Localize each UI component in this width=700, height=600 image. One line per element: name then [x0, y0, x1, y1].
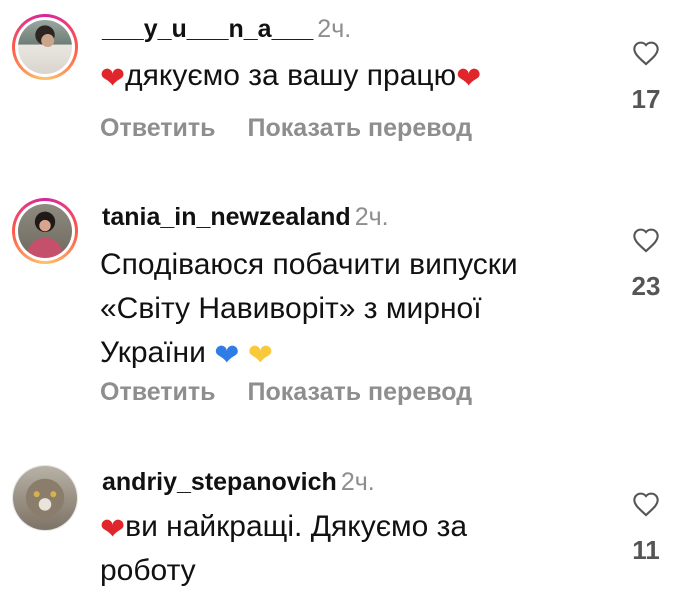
username[interactable]: ___y_u___n_a___	[102, 15, 313, 43]
avatar-photo	[18, 204, 72, 258]
avatar-photo	[13, 466, 77, 530]
like-control: 11	[626, 491, 666, 566]
comment-3: andriy_stepanovich 2ч. ❤ви найкращі. Дяку…	[0, 455, 700, 600]
show-translation-button[interactable]: Показать перевод	[248, 378, 473, 406]
comment-text: Сподіваюся побачити випуски «Світу Навив…	[100, 243, 600, 375]
like-count: 23	[631, 271, 661, 301]
red-heart-emoji: ❤	[456, 62, 482, 95]
heart-outline-icon[interactable]	[632, 227, 660, 253]
comment-actions: Ответить Показать перевод	[100, 377, 472, 407]
comment-text-fragment: України	[100, 336, 206, 369]
comment-2: tania_in_newzealand 2ч. Сподіваюся побачи…	[0, 190, 700, 420]
comment-text-line: «Світу Навиворіт» з мирної	[100, 292, 482, 325]
comment-text: ❤ви найкращі. Дякуємо за роботу	[100, 505, 600, 593]
timestamp: 2ч.	[317, 15, 352, 43]
comment-actions: Ответить Показать перевод	[100, 113, 472, 143]
heart-outline-icon[interactable]	[632, 40, 660, 66]
comment-1: ___y_u___n_a___ 2ч. ❤дякуємо за вашу прац…	[0, 0, 700, 160]
like-control: 17	[626, 40, 666, 115]
avatar[interactable]	[12, 198, 78, 264]
timestamp: 2ч.	[354, 203, 389, 231]
red-heart-emoji: ❤	[100, 513, 126, 546]
like-control: 23	[626, 227, 666, 302]
timestamp: 2ч.	[340, 468, 375, 496]
comment-text-line: роботу	[100, 554, 196, 587]
comment-text-line: Сподіваюся побачити випуски	[100, 248, 518, 281]
avatar-photo	[18, 20, 72, 74]
avatar[interactable]	[12, 465, 78, 531]
comment-header: ___y_u___n_a___ 2ч.	[102, 14, 351, 44]
avatar[interactable]	[12, 14, 78, 80]
comment-text-body: дякуємо за вашу працю	[125, 59, 457, 92]
heart-outline-icon[interactable]	[632, 491, 660, 517]
username[interactable]: tania_in_newzealand	[102, 203, 351, 231]
comment-text-line: ❤ви найкращі. Дякуємо за	[100, 505, 600, 549]
yellow-heart-emoji: ❤	[247, 339, 273, 372]
blue-heart-emoji: ❤	[214, 339, 240, 372]
comment-text: ❤дякуємо за вашу працю❤	[100, 54, 600, 98]
username[interactable]: andriy_stepanovich	[102, 468, 337, 496]
comment-header: tania_in_newzealand 2ч.	[102, 202, 389, 232]
red-heart-emoji: ❤	[100, 62, 126, 95]
comment-text-fragment: ви найкращі. Дякуємо за	[125, 510, 468, 543]
comment-header: andriy_stepanovich 2ч.	[102, 467, 375, 497]
comment-text-line: України ❤ ❤	[100, 331, 600, 375]
like-count: 17	[631, 84, 661, 114]
show-translation-button[interactable]: Показать перевод	[248, 114, 473, 142]
reply-button[interactable]: Ответить	[100, 114, 216, 142]
reply-button[interactable]: Ответить	[100, 378, 216, 406]
like-count: 11	[632, 535, 660, 565]
